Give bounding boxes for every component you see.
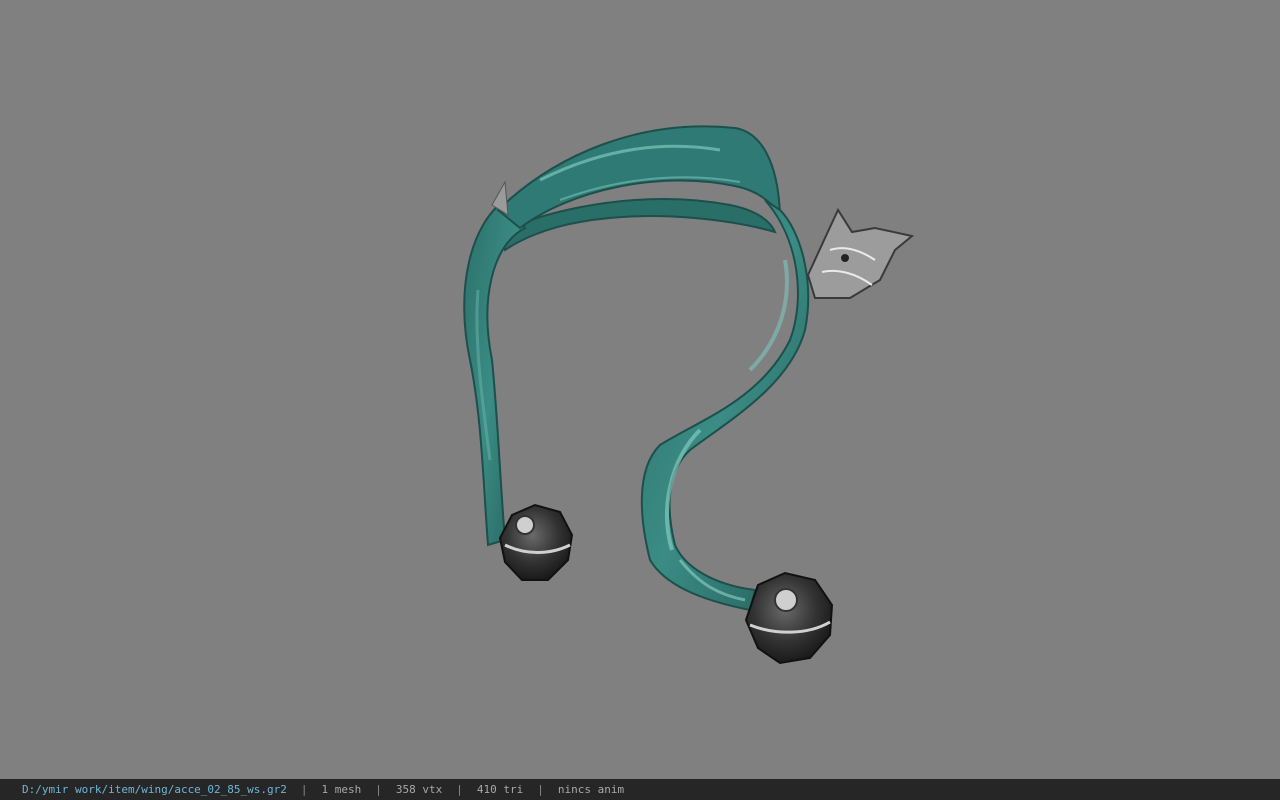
model-render: [463, 125, 915, 665]
separator: |: [375, 783, 382, 796]
separator: |: [300, 783, 308, 796]
scarf-left-strand: [463, 198, 527, 547]
file-path: D:/ymir work/item/wing/acce_02_85_ws.gr2: [22, 783, 287, 796]
separator: |: [456, 783, 463, 796]
scarf-right-strand: [640, 199, 810, 612]
triangle-count: 410 tri: [476, 783, 524, 796]
separator: |: [537, 783, 544, 796]
vertex-count: 358 vtx: [395, 783, 443, 796]
animation-status: nincs anim: [557, 783, 625, 796]
left-end-ball: [498, 503, 574, 581]
3d-viewport[interactable]: [0, 0, 1280, 779]
mesh-count: 1 mesh: [321, 783, 362, 796]
right-end-ball: [744, 571, 834, 665]
status-bar: D:/ymir work/item/wing/acce_02_85_ws.gr2…: [0, 779, 1280, 800]
dragon-head-ornament: [806, 207, 915, 299]
